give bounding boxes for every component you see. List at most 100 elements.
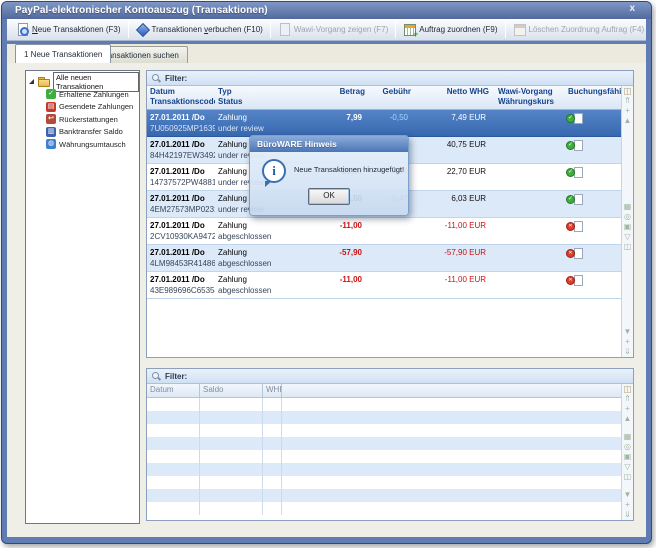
add-row-icon[interactable]: + xyxy=(625,500,630,510)
cell-buchungsfaehig xyxy=(565,245,621,271)
tree-item-currency-exchange[interactable]: ◍Währungsumtausch xyxy=(26,138,139,151)
show-wawi-order-button[interactable]: Wawi-Vorgang zeigen (F7) xyxy=(273,21,393,39)
tree-item-refunds[interactable]: ↩Rückerstattungen xyxy=(26,113,139,126)
saldo-filter-label: Filter: xyxy=(165,372,187,381)
post-transactions-button[interactable]: Transaktionen verbuchen (F10) xyxy=(131,21,268,39)
column-header-typ[interactable]: TypStatus xyxy=(215,86,325,109)
export-icon[interactable]: ◫ xyxy=(624,472,632,482)
cell-typ: Zahlungabgeschlossen xyxy=(215,218,325,244)
column-header-whr[interactable]: WHR xyxy=(263,384,282,397)
scroll-down-icon[interactable]: ▼ xyxy=(624,327,632,337)
tree-expander-icon[interactable] xyxy=(29,79,34,84)
tree-item-sent-payments[interactable]: ▤Gesendete Zahlungen xyxy=(26,101,139,114)
saldo-filter-bar[interactable]: Filter: xyxy=(147,369,633,384)
cell-wawi xyxy=(495,164,565,190)
hint-dialog: BüroWARE Hinweis i Neue Transaktionen hi… xyxy=(249,135,409,216)
edit-icon[interactable]: ▣ xyxy=(624,452,632,462)
table-row[interactable]: 27.01.2011 /Do43E989696C6535442Zahlungab… xyxy=(147,272,621,299)
tree-item-label: Banktransfer Saldo xyxy=(59,127,123,136)
saldo-table-empty-area xyxy=(147,515,621,520)
window-body: Neue Transaktionen (F3) Transaktionen ver… xyxy=(7,19,646,537)
toolbar-separator xyxy=(270,22,271,38)
folder-icon xyxy=(38,77,50,86)
edit-icon[interactable]: ▣ xyxy=(624,222,632,232)
saldo-table-side-controls: ◫⇑+▲▦◎▣▽◫▼+⇓ xyxy=(621,384,633,520)
grid-view-icon[interactable]: ▦ xyxy=(624,432,632,442)
add-row-icon[interactable]: + xyxy=(625,337,630,347)
cell-buchungsfaehig xyxy=(565,191,621,217)
copy-grid-icon[interactable]: ◫ xyxy=(623,384,632,394)
cell-betrag: 7,99 xyxy=(325,110,371,136)
button-label: Transaktionen verbuchen (F10) xyxy=(152,25,263,34)
table-row[interactable]: 27.01.2011 /Do4LM98453R41486714Zahlungab… xyxy=(147,245,621,272)
scroll-last-icon[interactable]: ⇓ xyxy=(624,510,631,520)
cell-netto: 7,49 EUR xyxy=(417,110,495,136)
filter-icon[interactable]: ▽ xyxy=(624,232,630,242)
export-icon[interactable]: ◫ xyxy=(624,242,632,252)
saldo-table-header: Datum Saldo WHR xyxy=(147,384,621,398)
column-header-datum[interactable]: DatumTransaktionscode xyxy=(147,86,215,109)
delete-order-assignment-button[interactable]: Löschen Zuordnung Auftrag (F4) xyxy=(508,21,646,39)
bank-transfer-balance-icon: ▥ xyxy=(46,127,56,137)
column-header-netto[interactable]: Netto WHG xyxy=(417,86,495,109)
empty-saldo-row xyxy=(147,424,621,437)
window-title: PayPal-elektronischer Kontoauszug (Trans… xyxy=(2,5,268,16)
tree-item-all-new-transactions[interactable]: Alle neuen Transaktionen xyxy=(26,75,139,88)
cell-netto: -57,90 EUR xyxy=(417,245,495,271)
column-header-saldo-datum[interactable]: Datum xyxy=(147,384,200,397)
column-header-buchungsfaehig[interactable]: Buchungsfähig xyxy=(565,86,621,109)
cell-wawi xyxy=(495,110,565,136)
empty-saldo-row xyxy=(147,502,621,515)
table-row[interactable]: 27.01.2011 /Do7U050925MP163920NZahlungun… xyxy=(147,110,621,137)
search-icon xyxy=(152,74,161,83)
scroll-first-icon[interactable]: ⇑ xyxy=(624,394,631,404)
scroll-last-icon[interactable]: ⇓ xyxy=(624,347,631,357)
assign-order-button[interactable]: Auftrag zuordnen (F9) xyxy=(398,21,502,39)
empty-saldo-row xyxy=(147,489,621,502)
button-label: Wawi-Vorgang zeigen (F7) xyxy=(294,25,388,34)
dialog-body: i Neue Transaktionen hinzugefügt! OK xyxy=(250,152,408,215)
filter-bar[interactable]: Filter: xyxy=(147,71,633,86)
sent-payments-icon: ▤ xyxy=(46,102,56,112)
column-header-wawi[interactable]: Wawi-VorgangWährungskurs xyxy=(495,86,565,109)
column-header-gebuehr[interactable]: Gebühr xyxy=(371,86,417,109)
cell-netto: 40,75 EUR xyxy=(417,137,495,163)
toolbar: Neue Transaktionen (F3) Transaktionen ver… xyxy=(7,19,646,41)
cell-typ: Zahlungabgeschlossen xyxy=(215,245,325,271)
scroll-first-icon[interactable]: ⇑ xyxy=(624,96,631,106)
ok-button[interactable]: OK xyxy=(308,188,350,205)
cell-buchungsfaehig xyxy=(565,218,621,244)
cell-gebuehr xyxy=(371,272,417,298)
tree-item-label: Erhaltene Zahlungen xyxy=(59,90,129,99)
dialog-titlebar: BüroWARE Hinweis xyxy=(250,136,408,152)
tree-item-received-payments[interactable]: ✓Erhaltene Zahlungen xyxy=(26,88,139,101)
cell-wawi xyxy=(495,245,565,271)
currency-exchange-icon: ◍ xyxy=(46,139,56,149)
scroll-up-icon[interactable]: ▲ xyxy=(624,116,632,126)
add-row-icon[interactable]: + xyxy=(625,106,630,116)
column-header-betrag[interactable]: Betrag xyxy=(325,86,371,109)
search-icon[interactable]: ◎ xyxy=(624,212,631,222)
toolbar-separator xyxy=(128,22,129,38)
search-icon[interactable]: ◎ xyxy=(624,442,631,452)
tree-item-bank-transfer-balance[interactable]: ▥Banktransfer Saldo xyxy=(26,126,139,139)
tab-new-transactions[interactable]: 1 Neue Transaktionen xyxy=(15,44,111,63)
table-row[interactable]: 27.01.2011 /Do2CV10930KA9472237Zahlungab… xyxy=(147,218,621,245)
column-header-saldo[interactable]: Saldo xyxy=(200,384,263,397)
scroll-up-icon[interactable]: ▲ xyxy=(624,414,632,424)
screen: PayPal-elektronischer Kontoauszug (Trans… xyxy=(0,0,656,548)
cell-netto: 22,70 EUR xyxy=(417,164,495,190)
cell-gebuehr xyxy=(371,218,417,244)
window: PayPal-elektronischer Kontoauszug (Trans… xyxy=(1,1,652,544)
add-row-icon[interactable]: + xyxy=(625,404,630,414)
titlebar: PayPal-elektronischer Kontoauszug (Trans… xyxy=(2,2,651,19)
scroll-down-icon[interactable]: ▼ xyxy=(624,490,632,500)
filter-icon[interactable]: ▽ xyxy=(624,462,630,472)
new-transactions-button[interactable]: Neue Transaktionen (F3) xyxy=(11,21,126,39)
close-button[interactable]: x xyxy=(629,3,635,14)
info-icon: i xyxy=(262,159,286,183)
copy-grid-icon[interactable]: ◫ xyxy=(623,86,632,96)
show-wawi-icon xyxy=(278,23,291,36)
grid-view-icon[interactable]: ▦ xyxy=(624,202,632,212)
cell-gebuehr xyxy=(371,245,417,271)
